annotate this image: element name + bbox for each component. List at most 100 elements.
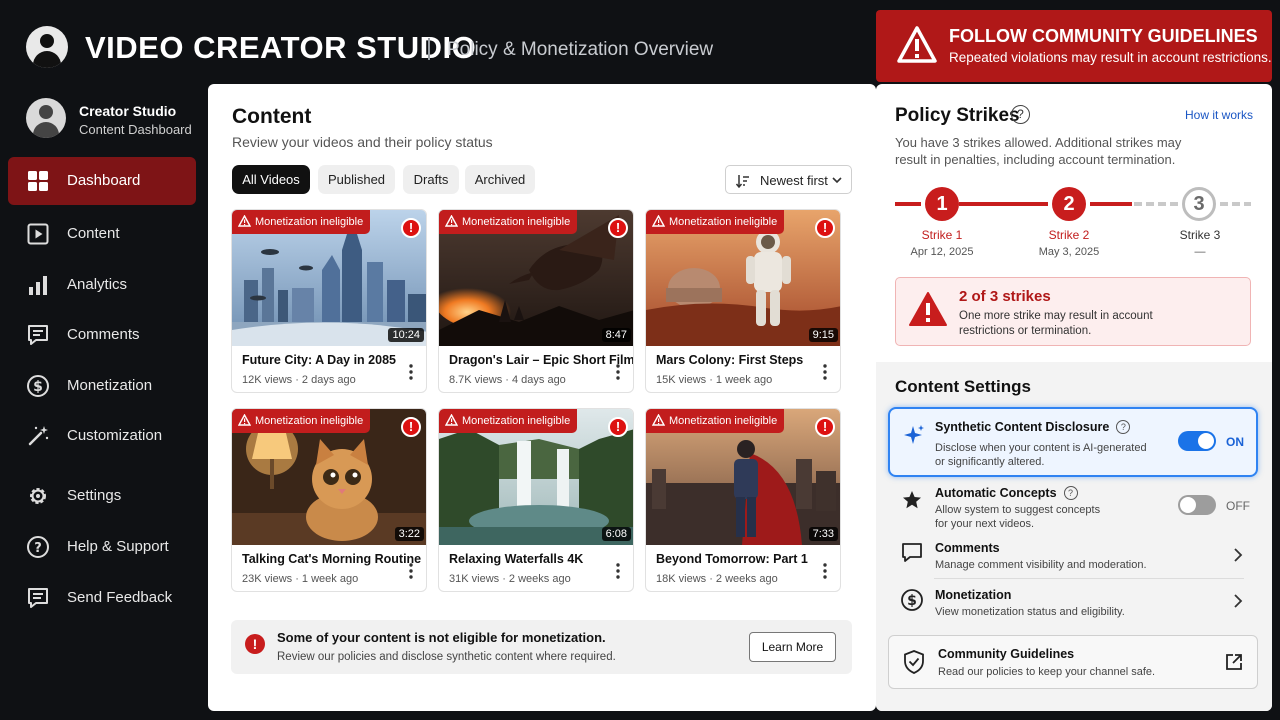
alert-info-icon[interactable]: ! — [815, 417, 835, 437]
more-options-icon[interactable] — [404, 362, 418, 382]
video-title[interactable]: Dragon's Lair – Epic Short Film — [449, 353, 633, 367]
video-title[interactable]: Relaxing Waterfalls 4K — [449, 552, 583, 566]
how-it-works-link[interactable]: How it works — [1185, 108, 1253, 122]
automatic-concepts-toggle[interactable] — [1178, 495, 1216, 515]
alert-title: FOLLOW COMMUNITY GUIDELINES — [949, 26, 1258, 46]
video-thumbnail[interactable]: Monetization ineligible ! 3:22 — [232, 409, 426, 545]
video-thumbnail[interactable]: Monetization ineligible ! 9:15 — [646, 210, 840, 346]
header-divider — [428, 38, 430, 60]
warning-icon — [444, 413, 459, 426]
user-subtitle: Content Dashboard — [79, 122, 192, 137]
learn-more-button[interactable]: Learn More — [749, 632, 836, 662]
help-icon[interactable]: ? — [1063, 486, 1078, 500]
more-options-icon[interactable] — [611, 561, 625, 581]
video-thumbnail[interactable]: Monetization ineligible ! 7:33 — [646, 409, 840, 545]
video-thumbnail[interactable]: Monetization ineligible ! 8:47 — [439, 210, 633, 346]
sidebar-item-content[interactable]: Content — [8, 210, 196, 258]
sparkle-icon — [904, 425, 924, 444]
video-meta: 8.7K views · 4 days ago — [449, 374, 566, 386]
strike-3-date: — — [1194, 246, 1206, 258]
filter-chip-published[interactable]: Published — [318, 165, 395, 194]
sidebar-item-help[interactable]: ? Help & Support — [8, 523, 196, 571]
bar-chart-icon — [29, 276, 47, 295]
warning-icon — [897, 26, 937, 63]
video-meta: 18K views · 2 weeks ago — [656, 573, 778, 585]
notice-title: Some of your content is not eligible for… — [277, 630, 606, 645]
guidelines-description: Read our policies to keep your channel s… — [938, 666, 1156, 678]
more-options-icon[interactable] — [818, 362, 832, 382]
sidebar-item-analytics[interactable]: Analytics — [8, 261, 196, 309]
video-title[interactable]: Mars Colony: First Steps — [656, 353, 803, 367]
more-options-icon[interactable] — [404, 561, 418, 581]
monetization-ineligible-badge: Monetization ineligible — [439, 210, 578, 234]
video-thumbnail[interactable]: Monetization ineligible ! 10:24 — [232, 210, 426, 346]
alert-info-icon[interactable]: ! — [608, 218, 628, 238]
sidebar-item-label: Monetization — [67, 377, 153, 394]
strike-1-date: Apr 12, 2025 — [910, 246, 974, 258]
filter-chip-archived[interactable]: Archived — [465, 165, 535, 194]
video-title[interactable]: Talking Cat's Morning Routine — [242, 552, 421, 566]
page-subtitle: Review your videos and their policy stat… — [232, 134, 493, 150]
sidebar-item-feedback[interactable]: Send Feedback — [8, 574, 196, 622]
strike-count: 2 of 3 strikes — [959, 288, 1051, 305]
strike-2-marker: 2 — [1052, 187, 1086, 221]
filter-chip-all-videos[interactable]: All Videos — [232, 165, 310, 194]
sort-dropdown[interactable]: Newest first — [725, 165, 852, 194]
more-options-icon[interactable] — [611, 362, 625, 382]
content-panel: Content Review your videos and their pol… — [208, 84, 876, 711]
video-duration: 9:15 — [808, 328, 838, 342]
strike-2-label: Strike 2 — [1048, 228, 1090, 242]
automatic-concepts-title: Automatic Concepts? — [935, 486, 1078, 500]
dollar-icon: $ — [27, 375, 49, 397]
policy-panel: Policy Strikes ? How it works You have 3… — [876, 84, 1272, 711]
help-icon[interactable]: ? — [1011, 105, 1030, 124]
strike-1-marker: 1 — [925, 187, 959, 221]
more-options-icon[interactable] — [818, 561, 832, 581]
warning-icon — [651, 413, 666, 426]
video-thumbnail[interactable]: Monetization ineligible ! 6:08 — [439, 409, 633, 545]
video-duration: 7:33 — [808, 527, 838, 541]
monetization-ineligible-badge: Monetization ineligible — [646, 210, 785, 234]
monetization-description: View monetization status and eligibility… — [935, 606, 1125, 618]
video-title[interactable]: Beyond Tomorrow: Part 1 — [656, 552, 808, 566]
sidebar-item-customization[interactable]: Customization — [8, 412, 196, 460]
sidebar-item-settings[interactable]: Settings — [8, 472, 196, 520]
sidebar-item-label: Content — [67, 225, 120, 242]
sort-label: Newest first — [760, 173, 828, 188]
video-card[interactable]: Monetization ineligible ! 6:08 Relaxing … — [438, 408, 634, 592]
sidebar-item-comments[interactable]: Comments — [8, 311, 196, 359]
sidebar-item-monetization[interactable]: $ Monetization — [8, 362, 196, 410]
alert-info-icon[interactable]: ! — [401, 417, 421, 437]
gear-icon — [30, 488, 46, 504]
strike-warning-text: One more strike may result in account re… — [959, 310, 1153, 337]
external-link-icon[interactable] — [1225, 653, 1243, 671]
warning-icon — [237, 214, 252, 227]
video-card[interactable]: Monetization ineligible ! 9:15 Mars Colo… — [645, 209, 841, 393]
alert-info-icon[interactable]: ! — [401, 218, 421, 238]
sidebar-item-label: Help & Support — [67, 538, 169, 555]
community-guidelines-alert: FOLLOW COMMUNITY GUIDELINES Repeated vio… — [876, 10, 1272, 82]
video-title[interactable]: Future City: A Day in 2085 — [242, 353, 396, 367]
header-subtitle: Policy & Monetization Overview — [447, 39, 714, 60]
warning-icon — [237, 413, 252, 426]
synthetic-description: Disclose when your content is AI-generat… — [935, 442, 1147, 468]
video-card[interactable]: Monetization ineligible ! 8:47 Dragon's … — [438, 209, 634, 393]
synthetic-content-setting[interactable]: Synthetic Content Disclosure? Disclose w… — [888, 407, 1258, 477]
sidebar-item-dashboard[interactable]: Dashboard — [8, 157, 196, 205]
synthetic-toggle[interactable] — [1178, 431, 1216, 451]
sidebar-item-label: Analytics — [67, 276, 128, 293]
video-card[interactable]: Monetization ineligible ! 7:33 Beyond To… — [645, 408, 841, 592]
alert-info-icon[interactable]: ! — [608, 417, 628, 437]
video-card[interactable]: Monetization ineligible ! 10:24 Future C… — [231, 209, 427, 393]
strike-1-label: Strike 1 — [921, 228, 963, 242]
community-guidelines-card[interactable]: Community Guidelines Read our policies t… — [888, 635, 1258, 689]
warning-icon — [651, 214, 666, 227]
help-icon[interactable]: ? — [1116, 420, 1131, 434]
filter-chip-drafts[interactable]: Drafts — [403, 165, 459, 194]
alert-info-icon[interactable]: ! — [815, 218, 835, 238]
chevron-right-icon — [1234, 548, 1243, 562]
comments-description: Manage comment visibility and moderation… — [935, 559, 1147, 571]
video-card[interactable]: Monetization ineligible ! 3:22 Talking C… — [231, 408, 427, 592]
synthetic-toggle-state: ON — [1226, 435, 1244, 449]
user-avatar-icon[interactable] — [26, 26, 68, 68]
